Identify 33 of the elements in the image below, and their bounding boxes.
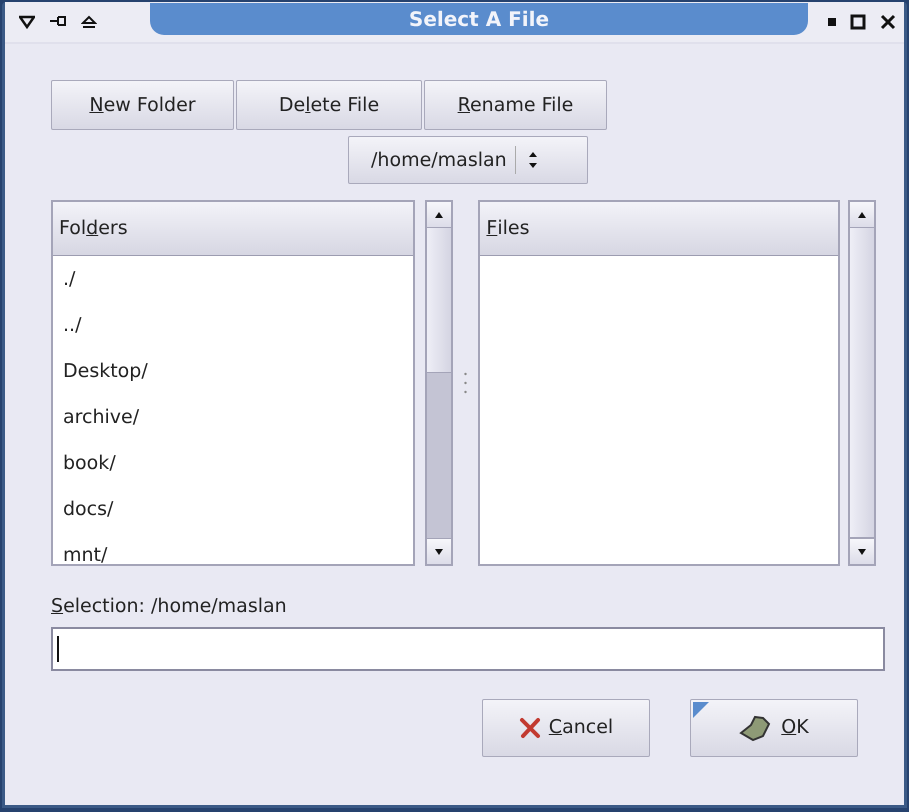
ok-button[interactable]: OK xyxy=(690,698,858,756)
scroll-up-icon[interactable] xyxy=(434,210,444,218)
shade-icon[interactable] xyxy=(81,15,97,29)
scroll-down-icon[interactable] xyxy=(434,548,444,556)
rename-file-button[interactable]: Rename File xyxy=(424,80,607,130)
scrollbar[interactable] xyxy=(424,200,453,566)
delete-file-button[interactable]: Delete File xyxy=(236,80,422,130)
column-header[interactable]: Folders xyxy=(53,202,413,256)
updown-arrows-icon xyxy=(528,151,538,169)
splitter-handle[interactable] xyxy=(464,371,467,395)
list-item[interactable]: docs/ xyxy=(53,486,413,532)
close-icon[interactable] xyxy=(880,14,896,30)
window-title: Select A File xyxy=(408,6,550,33)
default-corner-icon xyxy=(693,702,709,718)
scrollbar[interactable] xyxy=(848,200,876,566)
x-icon xyxy=(518,716,541,738)
path-dropdown[interactable]: /home/maslan xyxy=(348,136,588,184)
cancel-button[interactable]: Cancel xyxy=(482,698,650,756)
list-item[interactable]: ../ xyxy=(53,302,413,348)
maximize-icon[interactable] xyxy=(850,14,866,30)
list-item[interactable]: Desktop/ xyxy=(53,348,413,394)
list-item[interactable]: mnt/ xyxy=(53,532,413,564)
column-header[interactable]: Files xyxy=(480,202,838,256)
list-item[interactable]: book/ xyxy=(53,440,413,486)
list-item[interactable]: ./ xyxy=(53,256,413,302)
menu-icon[interactable] xyxy=(19,15,35,29)
new-folder-button[interactable]: New Folder xyxy=(51,80,234,130)
list-item[interactable]: archive/ xyxy=(53,394,413,440)
scroll-down-icon[interactable] xyxy=(857,548,868,556)
pin-icon[interactable] xyxy=(49,15,67,27)
selection-label: Selection: /home/maslan xyxy=(51,595,287,617)
selection-field[interactable] xyxy=(51,626,885,670)
scroll-up-icon[interactable] xyxy=(857,210,868,218)
